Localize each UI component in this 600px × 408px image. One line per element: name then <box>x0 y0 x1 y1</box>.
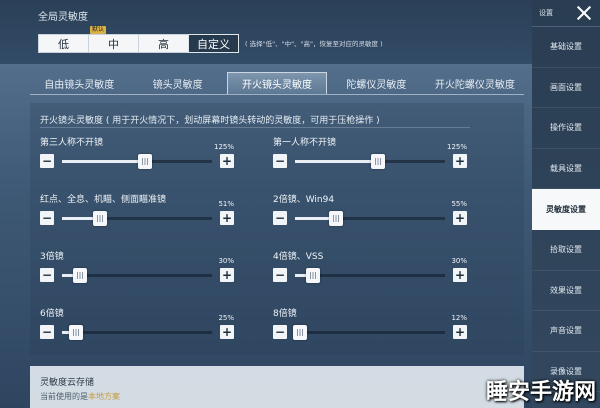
sidebar-item-pickup[interactable]: 拾取设置 <box>532 230 600 271</box>
sensitivity-slider-row: 6倍镜 25% − + <box>40 306 234 344</box>
cloud-storage-status: 当前使用的是本地方案 <box>40 392 120 401</box>
sidebar-item-sensitivity[interactable]: 灵敏度设置 <box>532 189 600 230</box>
slider-thumb[interactable] <box>138 154 152 169</box>
preset-group: 低 默认中 高 自定义 <box>38 26 239 53</box>
sensitivity-slider-row: 红点、全息、机瞄、侧面瞄准镜 51% − + <box>40 192 234 230</box>
sensitivity-slider-row: 3倍镜 30% − + <box>40 249 234 287</box>
decrease-button[interactable]: − <box>273 154 287 168</box>
slider-value: 55% <box>451 200 467 208</box>
sidebar-header-label: 设置 <box>539 9 553 17</box>
decrease-button[interactable]: − <box>40 211 54 225</box>
slider-value: 125% <box>446 143 467 151</box>
slider-thumb[interactable] <box>293 325 307 340</box>
settings-sidebar: 设置 基础设置 画面设置 操作设置 载具设置 灵敏度设置 拾取设置 效果设置 声音设置 录像设置 <box>532 0 600 408</box>
tab-firing-camera[interactable]: 开火镜头灵敏度 <box>226 72 328 94</box>
close-icon[interactable] <box>576 5 592 21</box>
slider-value: 30% <box>218 257 234 265</box>
tab-camera[interactable]: 镜头灵敏度 <box>128 72 226 94</box>
increase-button[interactable]: + <box>453 154 467 168</box>
slider-track[interactable] <box>295 268 445 283</box>
divider <box>40 127 470 128</box>
cloud-storage-title: 灵敏度云存储 <box>40 378 95 388</box>
slider-track[interactable] <box>62 211 212 226</box>
slider-label: 8倍镜 <box>273 309 297 319</box>
slider-label: 第三人称不开镜 <box>40 138 104 148</box>
sidebar-item-vehicle[interactable]: 载具设置 <box>532 149 600 190</box>
slider-fill <box>295 160 378 163</box>
sensitivity-slider-row: 8倍镜 12% − + <box>273 306 467 344</box>
preset-high-button[interactable]: 高 <box>138 34 189 53</box>
preset-custom-button[interactable]: 自定义 <box>188 34 239 53</box>
sensitivity-tabs: 自由镜头灵敏度 镜头灵敏度 开火镜头灵敏度 陀螺仪灵敏度 开火陀螺仪灵敏度 <box>30 72 524 95</box>
slider-label: 2倍镜、Win94 <box>273 195 335 205</box>
decrease-button[interactable]: − <box>40 268 54 282</box>
sensitivity-slider-row: 第一人称不开镜 125% − + <box>273 135 467 173</box>
tab-firing-gyroscope[interactable]: 开火陀螺仪灵敏度 <box>426 72 524 94</box>
decrease-button[interactable]: − <box>40 154 54 168</box>
increase-button[interactable]: + <box>220 268 234 282</box>
slider-track[interactable] <box>295 211 445 226</box>
slider-value: 125% <box>213 143 234 151</box>
slider-thumb[interactable] <box>93 211 107 226</box>
slider-thumb[interactable] <box>329 211 343 226</box>
decrease-button[interactable]: − <box>273 211 287 225</box>
tab-gyroscope[interactable]: 陀螺仪灵敏度 <box>327 72 425 94</box>
slider-value: 30% <box>451 257 467 265</box>
panel-title: 开火镜头灵敏度 ( 用于开火情况下，划动屏幕时镜头转动的灵敏度，可用于压枪操作 … <box>40 116 380 126</box>
increase-button[interactable]: + <box>453 268 467 282</box>
sidebar-item-sound[interactable]: 声音设置 <box>532 311 600 352</box>
section-title: 全局灵敏度 <box>38 12 88 23</box>
preset-medium-button[interactable]: 默认中 <box>88 26 139 53</box>
sensitivity-slider-row: 4倍镜、VSS 30% − + <box>273 249 467 287</box>
slider-track[interactable] <box>62 325 212 340</box>
increase-button[interactable]: + <box>453 211 467 225</box>
sensitivity-slider-row: 第三人称不开镜 125% − + <box>40 135 234 173</box>
decrease-button[interactable]: − <box>40 325 54 339</box>
slider-label: 4倍镜、VSS <box>273 252 324 262</box>
increase-button[interactable]: + <box>220 211 234 225</box>
current-plan-value: 本地方案 <box>88 392 120 401</box>
watermark-text: 睡安手游网 <box>485 380 596 405</box>
slider-thumb[interactable] <box>73 268 87 283</box>
tab-free-look[interactable]: 自由镜头灵敏度 <box>30 72 128 94</box>
slider-value: 25% <box>218 314 234 322</box>
slider-track[interactable] <box>62 268 212 283</box>
slider-value: 51% <box>218 200 234 208</box>
increase-button[interactable]: + <box>220 154 234 168</box>
sidebar-item-display[interactable]: 画面设置 <box>532 68 600 109</box>
slider-fill <box>62 160 145 163</box>
slider-thumb[interactable] <box>306 268 320 283</box>
slider-label: 红点、全息、机瞄、侧面瞄准镜 <box>40 195 167 205</box>
slider-value: 12% <box>451 314 467 322</box>
decrease-button[interactable]: − <box>273 325 287 339</box>
slider-label: 6倍镜 <box>40 309 64 319</box>
slider-thumb[interactable] <box>371 154 385 169</box>
sidebar-header: 设置 <box>532 0 600 27</box>
sidebar-item-effects[interactable]: 效果设置 <box>532 271 600 312</box>
default-badge: 默认 <box>90 26 107 34</box>
slider-track[interactable] <box>295 154 445 169</box>
preset-hint: ( 选择"低"、"中"、"高"，恢复至对应的灵敏度 ) <box>245 40 383 48</box>
preset-low-button[interactable]: 低 <box>38 34 89 53</box>
increase-button[interactable]: + <box>453 325 467 339</box>
sidebar-item-basic[interactable]: 基础设置 <box>532 27 600 68</box>
slider-track[interactable] <box>62 154 212 169</box>
slider-label: 第一人称不开镜 <box>273 138 337 148</box>
slider-track[interactable] <box>293 325 445 340</box>
slider-thumb[interactable] <box>69 325 83 340</box>
sensitivity-slider-row: 2倍镜、Win94 55% − + <box>273 192 467 230</box>
decrease-button[interactable]: − <box>273 268 287 282</box>
sidebar-item-controls[interactable]: 操作设置 <box>532 108 600 149</box>
increase-button[interactable]: + <box>220 325 234 339</box>
slider-label: 3倍镜 <box>40 252 64 262</box>
